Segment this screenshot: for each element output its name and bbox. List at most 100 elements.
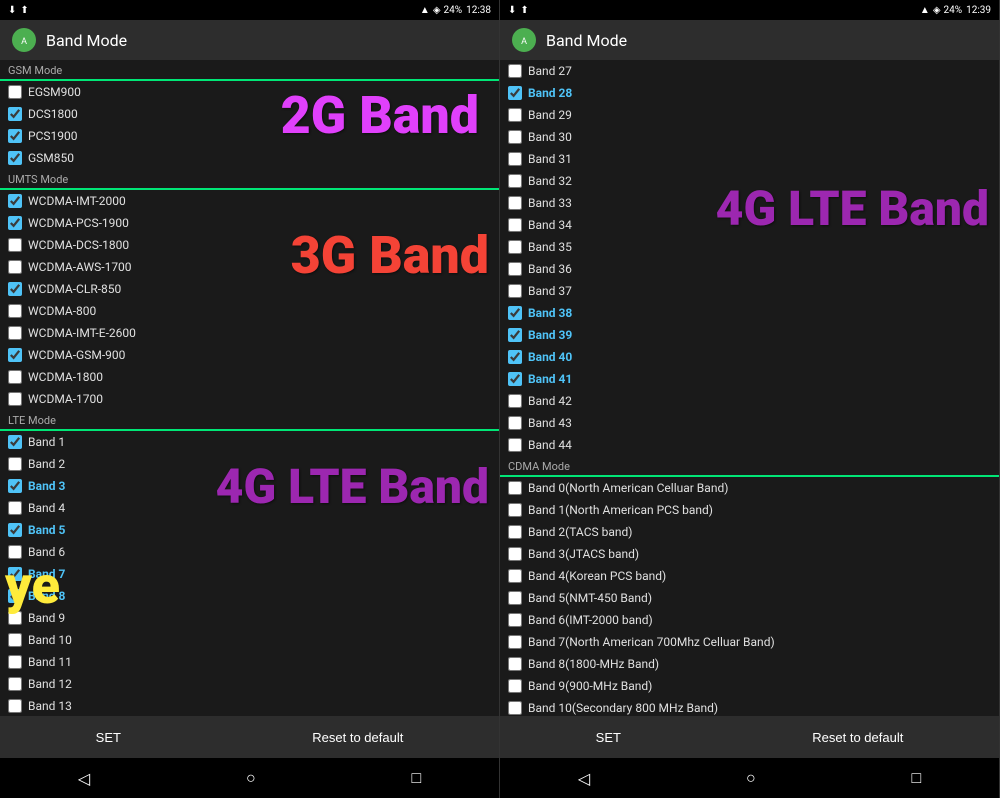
lb12-checkbox[interactable] bbox=[8, 677, 22, 691]
pcs1900-checkbox[interactable] bbox=[8, 129, 22, 143]
right-status-bar: ⬇ ⬆ ▲ ◈ 24% 12:39 bbox=[500, 0, 999, 20]
lb2-label: Band 2 bbox=[28, 457, 65, 471]
rb28-checkbox[interactable] bbox=[508, 86, 522, 100]
right-app-title: Band Mode bbox=[546, 31, 627, 50]
right-recents-nav-icon[interactable]: □ bbox=[911, 768, 921, 788]
c4-checkbox[interactable] bbox=[508, 569, 522, 583]
w800-label: WCDMA-800 bbox=[28, 304, 96, 318]
rb36-checkbox[interactable] bbox=[508, 262, 522, 276]
gsm850-checkbox[interactable] bbox=[8, 151, 22, 165]
back-nav-icon[interactable]: ◁ bbox=[78, 769, 90, 788]
list-item: Band 12 bbox=[0, 673, 499, 695]
c9-checkbox[interactable] bbox=[508, 679, 522, 693]
wgsm900-checkbox[interactable] bbox=[8, 348, 22, 362]
lb9-label: Band 9 bbox=[28, 611, 65, 625]
rb31-label: Band 31 bbox=[528, 152, 572, 166]
c6-checkbox[interactable] bbox=[508, 613, 522, 627]
left-status-bar: ⬇ ⬆ ▲ ◈ 24% 12:38 bbox=[0, 0, 499, 20]
rb41-checkbox[interactable] bbox=[508, 372, 522, 386]
left-scroll-content[interactable]: GSM Mode EGSM900 DCS1800 PCS1900 GSM850 … bbox=[0, 60, 499, 716]
left-set-button[interactable]: SET bbox=[76, 724, 141, 751]
list-item: WCDMA-1800 bbox=[0, 366, 499, 388]
rb42-checkbox[interactable] bbox=[508, 394, 522, 408]
w1800-checkbox[interactable] bbox=[8, 370, 22, 384]
download-icon: ⬇ bbox=[8, 5, 16, 16]
lb9-checkbox[interactable] bbox=[8, 611, 22, 625]
right-wifi-icon: ◈ bbox=[933, 5, 941, 16]
list-item: Band 5(NMT-450 Band) bbox=[500, 587, 999, 609]
gsm-section-header: GSM Mode bbox=[0, 60, 499, 79]
wdcs1800-checkbox[interactable] bbox=[8, 238, 22, 252]
wclr850-checkbox[interactable] bbox=[8, 282, 22, 296]
right-scroll-content[interactable]: Band 27 Band 28 Band 29 Band 30 Band 31 … bbox=[500, 60, 999, 716]
lb11-label: Band 11 bbox=[28, 655, 72, 669]
wimt2000-checkbox[interactable] bbox=[8, 194, 22, 208]
umts-section-header: UMTS Mode bbox=[0, 169, 499, 188]
lb4-checkbox[interactable] bbox=[8, 501, 22, 515]
rb37-checkbox[interactable] bbox=[508, 284, 522, 298]
rb44-checkbox[interactable] bbox=[508, 438, 522, 452]
rb36-label: Band 36 bbox=[528, 262, 572, 276]
lb5-checkbox[interactable] bbox=[8, 523, 22, 537]
rb39-checkbox[interactable] bbox=[508, 328, 522, 342]
lb7-checkbox[interactable] bbox=[8, 567, 22, 581]
lb5-label: Band 5 bbox=[28, 523, 65, 537]
list-item: Band 6(IMT-2000 band) bbox=[500, 609, 999, 631]
list-item: Band 33 bbox=[500, 192, 999, 214]
c2-checkbox[interactable] bbox=[508, 525, 522, 539]
c0-checkbox[interactable] bbox=[508, 481, 522, 495]
cdma-section-header: CDMA Mode bbox=[500, 456, 999, 475]
rb34-checkbox[interactable] bbox=[508, 218, 522, 232]
lb11-checkbox[interactable] bbox=[8, 655, 22, 669]
lb3-checkbox[interactable] bbox=[8, 479, 22, 493]
rb30-checkbox[interactable] bbox=[508, 130, 522, 144]
rb43-checkbox[interactable] bbox=[508, 416, 522, 430]
dcs1800-checkbox[interactable] bbox=[8, 107, 22, 121]
right-back-nav-icon[interactable]: ◁ bbox=[578, 769, 590, 788]
rb29-checkbox[interactable] bbox=[508, 108, 522, 122]
lb2-checkbox[interactable] bbox=[8, 457, 22, 471]
rb27-checkbox[interactable] bbox=[508, 64, 522, 78]
lb13-label: Band 13 bbox=[28, 699, 72, 713]
rb33-checkbox[interactable] bbox=[508, 196, 522, 210]
rb40-checkbox[interactable] bbox=[508, 350, 522, 364]
right-reset-button[interactable]: Reset to default bbox=[792, 724, 923, 751]
list-item: Band 42 bbox=[500, 390, 999, 412]
wpcs1900-checkbox[interactable] bbox=[8, 216, 22, 230]
c10-checkbox[interactable] bbox=[508, 701, 522, 715]
list-item: WCDMA-1700 bbox=[0, 388, 499, 410]
lb13-checkbox[interactable] bbox=[8, 699, 22, 713]
right-home-nav-icon[interactable]: ○ bbox=[746, 768, 756, 788]
recents-nav-icon[interactable]: □ bbox=[411, 768, 421, 788]
list-item: Band 34 bbox=[500, 214, 999, 236]
right-bottom-bar: SET Reset to default bbox=[500, 716, 999, 758]
c8-checkbox[interactable] bbox=[508, 657, 522, 671]
rb31-checkbox[interactable] bbox=[508, 152, 522, 166]
egsm900-label: EGSM900 bbox=[28, 85, 81, 99]
rb43-label: Band 43 bbox=[528, 416, 572, 430]
c7-checkbox[interactable] bbox=[508, 635, 522, 649]
left-reset-button[interactable]: Reset to default bbox=[292, 724, 423, 751]
wimt2600-checkbox[interactable] bbox=[8, 326, 22, 340]
waws1700-checkbox[interactable] bbox=[8, 260, 22, 274]
w800-checkbox[interactable] bbox=[8, 304, 22, 318]
c1-checkbox[interactable] bbox=[508, 503, 522, 517]
rb35-checkbox[interactable] bbox=[508, 240, 522, 254]
list-item: Band 10(Secondary 800 MHz Band) bbox=[500, 697, 999, 716]
lb1-checkbox[interactable] bbox=[8, 435, 22, 449]
c3-checkbox[interactable] bbox=[508, 547, 522, 561]
right-set-button[interactable]: SET bbox=[576, 724, 641, 751]
list-item: EGSM900 bbox=[0, 81, 499, 103]
upload-icon: ⬆ bbox=[20, 5, 28, 16]
w1700-checkbox[interactable] bbox=[8, 392, 22, 406]
lb6-checkbox[interactable] bbox=[8, 545, 22, 559]
lb10-checkbox[interactable] bbox=[8, 633, 22, 647]
home-nav-icon[interactable]: ○ bbox=[246, 768, 256, 788]
rb38-checkbox[interactable] bbox=[508, 306, 522, 320]
egsm900-checkbox[interactable] bbox=[8, 85, 22, 99]
list-item: WCDMA-DCS-1800 bbox=[0, 234, 499, 256]
rb32-checkbox[interactable] bbox=[508, 174, 522, 188]
c5-checkbox[interactable] bbox=[508, 591, 522, 605]
left-app-bar: A Band Mode bbox=[0, 20, 499, 60]
lb8-checkbox[interactable] bbox=[8, 589, 22, 603]
